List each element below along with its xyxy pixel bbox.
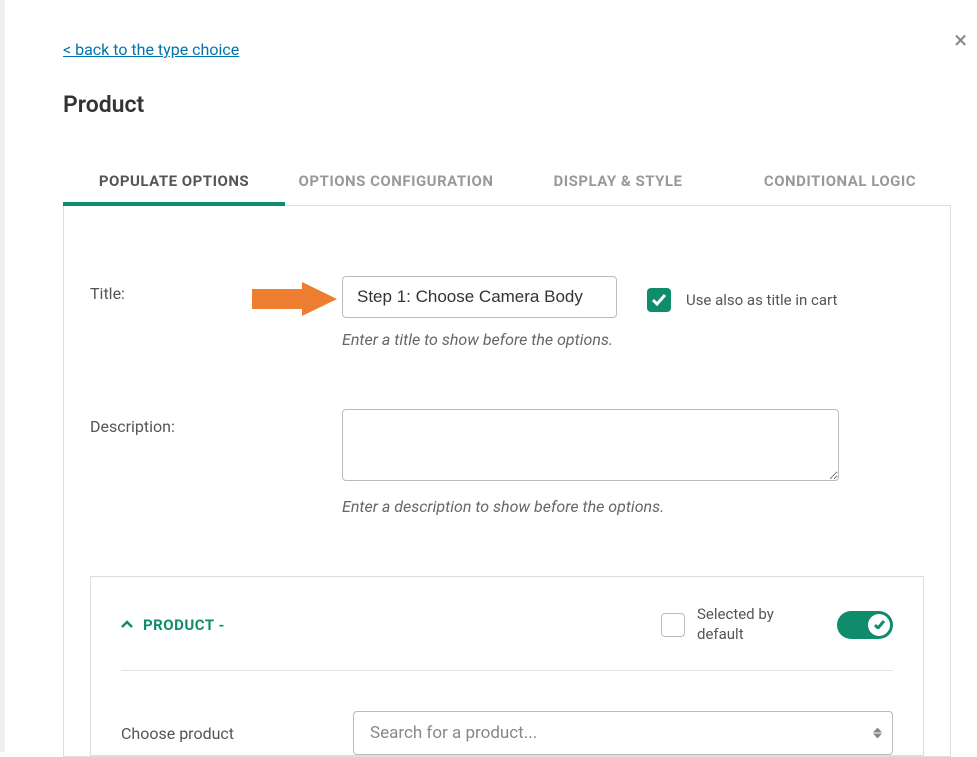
product-enabled-toggle[interactable] [837,611,893,639]
title-help-text: Enter a title to show before the options… [342,330,924,349]
tab-options-configuration[interactable]: OPTIONS CONFIGURATION [285,158,507,205]
tab-conditional-logic[interactable]: CONDITIONAL LOGIC [729,158,951,205]
page-title: Product [63,91,977,118]
chevron-up-icon [121,619,133,631]
options-panel: Title: Use also as title in cart Enter a… [63,206,951,757]
choose-product-select[interactable]: Search for a product... [353,711,893,755]
tab-display-style[interactable]: DISPLAY & STYLE [507,158,729,205]
selected-by-default-checkbox[interactable] [661,613,685,637]
selected-by-default-label: Selected by default [697,605,787,644]
select-placeholder: Search for a product... [370,723,537,743]
tab-populate-options[interactable]: POPULATE OPTIONS [63,158,285,206]
left-edge [0,0,5,752]
title-input[interactable] [342,276,617,318]
close-icon[interactable]: × [954,28,967,52]
product-collapse-toggle[interactable]: PRODUCT - [121,616,225,634]
use-as-cart-title-label: Use also as title in cart [686,291,837,309]
description-textarea[interactable] [342,409,839,481]
highlight-arrow-icon [252,282,337,316]
choose-product-label: Choose product [121,724,353,743]
select-arrows-icon [873,728,882,739]
description-label: Description: [90,409,342,436]
use-as-cart-title-checkbox[interactable] [647,288,671,312]
back-link[interactable]: < back to the type choice [63,40,239,59]
toggle-knob [868,614,890,636]
tabs: POPULATE OPTIONS OPTIONS CONFIGURATION D… [63,158,951,206]
description-help-text: Enter a description to show before the o… [342,497,924,516]
product-item-box: PRODUCT - Selected by default Choose pro… [90,576,924,756]
product-heading: PRODUCT - [143,616,225,634]
